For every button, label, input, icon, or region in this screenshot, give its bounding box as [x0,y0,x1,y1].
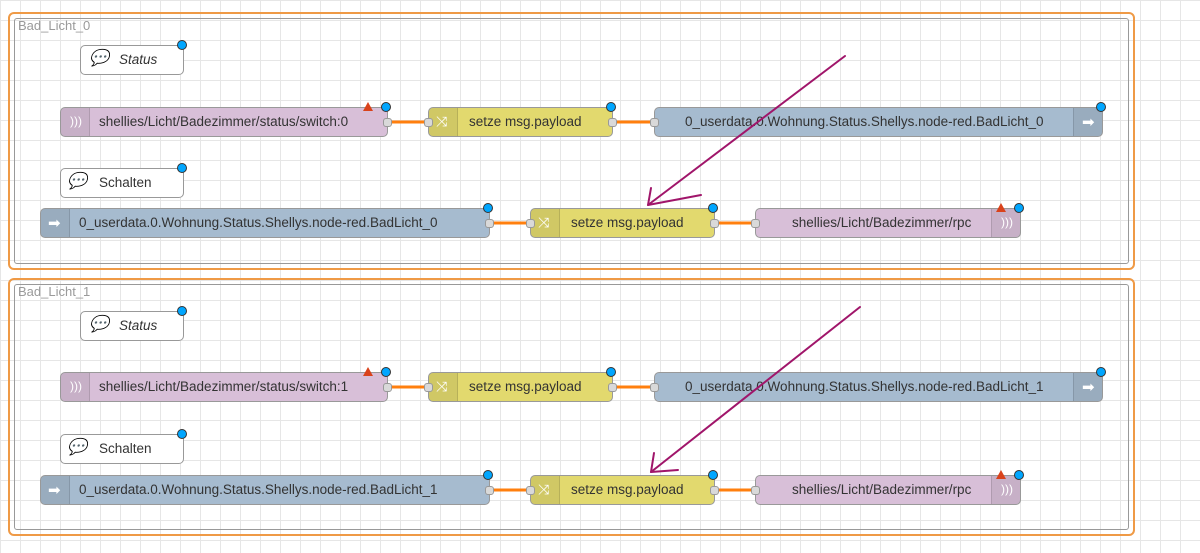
arrow-right-icon: ➡ [1073,373,1102,401]
iobroker-out-node[interactable]: 0_userdata.0.Wohnung.Status.Shellys.node… [650,102,1106,137]
arrow-right-icon: ➡ [1073,108,1102,136]
warning-triangle-icon [996,470,1006,479]
warning-triangle-icon [996,203,1006,212]
switch-comment-node[interactable]: 💬 Schalten [60,163,187,198]
changed-indicator [483,203,493,213]
changed-indicator [708,203,718,213]
output-port[interactable] [608,118,617,127]
output-port[interactable] [485,486,494,495]
mqtt-in-node[interactable]: ))) shellies/Licht/Badezimmer/status/swi… [60,102,392,137]
changed-indicator [1096,102,1106,112]
changed-indicator [708,470,718,480]
shuffle-icon: ⤨ [531,476,560,504]
mqtt-in-node[interactable]: ))) shellies/Licht/Badezimmer/status/swi… [60,367,392,402]
output-port[interactable] [383,383,392,392]
speech-bubble-icon: 💬 [67,173,87,190]
input-port[interactable] [424,118,433,127]
iobroker-in-node[interactable]: ➡ 0_userdata.0.Wohnung.Status.Shellys.no… [40,203,494,238]
node-label: Status [119,52,158,67]
changed-indicator [606,367,616,377]
output-port[interactable] [710,219,719,228]
mqtt-icon: ))) [61,373,90,401]
changed-indicator [177,429,187,439]
change-node[interactable]: ⤨ setze msg.payload [424,367,617,402]
input-port[interactable] [751,486,760,495]
changed-indicator [1014,470,1024,480]
warning-triangle-icon [363,367,373,376]
mqtt-icon: ))) [991,209,1020,237]
node-label: setze msg.payload [571,215,684,230]
output-port[interactable] [710,486,719,495]
arrow-right-icon: ➡ [41,209,70,237]
status-comment-node[interactable]: 💬 Status [80,306,187,341]
mqtt-icon: ))) [991,476,1020,504]
output-port[interactable] [383,118,392,127]
mqtt-icon: ))) [61,108,90,136]
node-label: 0_userdata.0.Wohnung.Status.Shellys.node… [685,379,1044,394]
node-label: shellies/Licht/Badezimmer/rpc [792,215,972,230]
changed-indicator [177,40,187,50]
node-label: Status [119,318,158,333]
changed-indicator [381,367,391,377]
warning-triangle-icon [363,102,373,111]
input-port[interactable] [650,383,659,392]
input-port[interactable] [751,219,760,228]
node-label: setze msg.payload [469,379,582,394]
node-label: Schalten [99,441,152,456]
node-label: 0_userdata.0.Wohnung.Status.Shellys.node… [79,215,438,230]
shuffle-icon: ⤨ [429,373,458,401]
changed-indicator [1096,367,1106,377]
changed-indicator [177,306,187,316]
mqtt-out-node[interactable]: shellies/Licht/Badezimmer/rpc ))) [751,470,1024,505]
output-port[interactable] [608,383,617,392]
switch-comment-node[interactable]: 💬 Schalten [60,429,187,464]
input-port[interactable] [424,383,433,392]
status-comment-node[interactable]: 💬 Status [80,40,187,75]
speech-bubble-icon: 💬 [89,316,109,333]
arrow-right-icon: ➡ [41,476,70,504]
node-label: setze msg.payload [571,482,684,497]
node-label: Schalten [99,175,152,190]
iobroker-out-node[interactable]: 0_userdata.0.Wohnung.Status.Shellys.node… [650,367,1106,402]
speech-bubble-icon: 💬 [89,50,109,67]
shuffle-icon: ⤨ [429,108,458,136]
output-port[interactable] [485,219,494,228]
shuffle-icon: ⤨ [531,209,560,237]
group-label: Bad_Licht_1 [18,284,91,299]
changed-indicator [483,470,493,480]
node-label: 0_userdata.0.Wohnung.Status.Shellys.node… [79,482,438,497]
changed-indicator [381,102,391,112]
node-label: shellies/Licht/Badezimmer/rpc [792,482,972,497]
change-node[interactable]: ⤨ setze msg.payload [424,102,617,137]
changed-indicator [606,102,616,112]
node-label: setze msg.payload [469,114,582,129]
input-port[interactable] [650,118,659,127]
input-port[interactable] [526,219,535,228]
input-port[interactable] [526,486,535,495]
change-node[interactable]: ⤨ setze msg.payload [526,470,719,505]
changed-indicator [177,163,187,173]
mqtt-out-node[interactable]: shellies/Licht/Badezimmer/rpc ))) [751,203,1024,238]
group-label: Bad_Licht_0 [18,18,91,33]
speech-bubble-icon: 💬 [67,439,87,456]
node-label: shellies/Licht/Badezimmer/status/switch:… [99,114,349,129]
change-node[interactable]: ⤨ setze msg.payload [526,203,719,238]
node-label: shellies/Licht/Badezimmer/status/switch:… [99,379,349,394]
node-label: 0_userdata.0.Wohnung.Status.Shellys.node… [685,114,1044,129]
iobroker-in-node[interactable]: ➡ 0_userdata.0.Wohnung.Status.Shellys.no… [40,470,494,505]
changed-indicator [1014,203,1024,213]
